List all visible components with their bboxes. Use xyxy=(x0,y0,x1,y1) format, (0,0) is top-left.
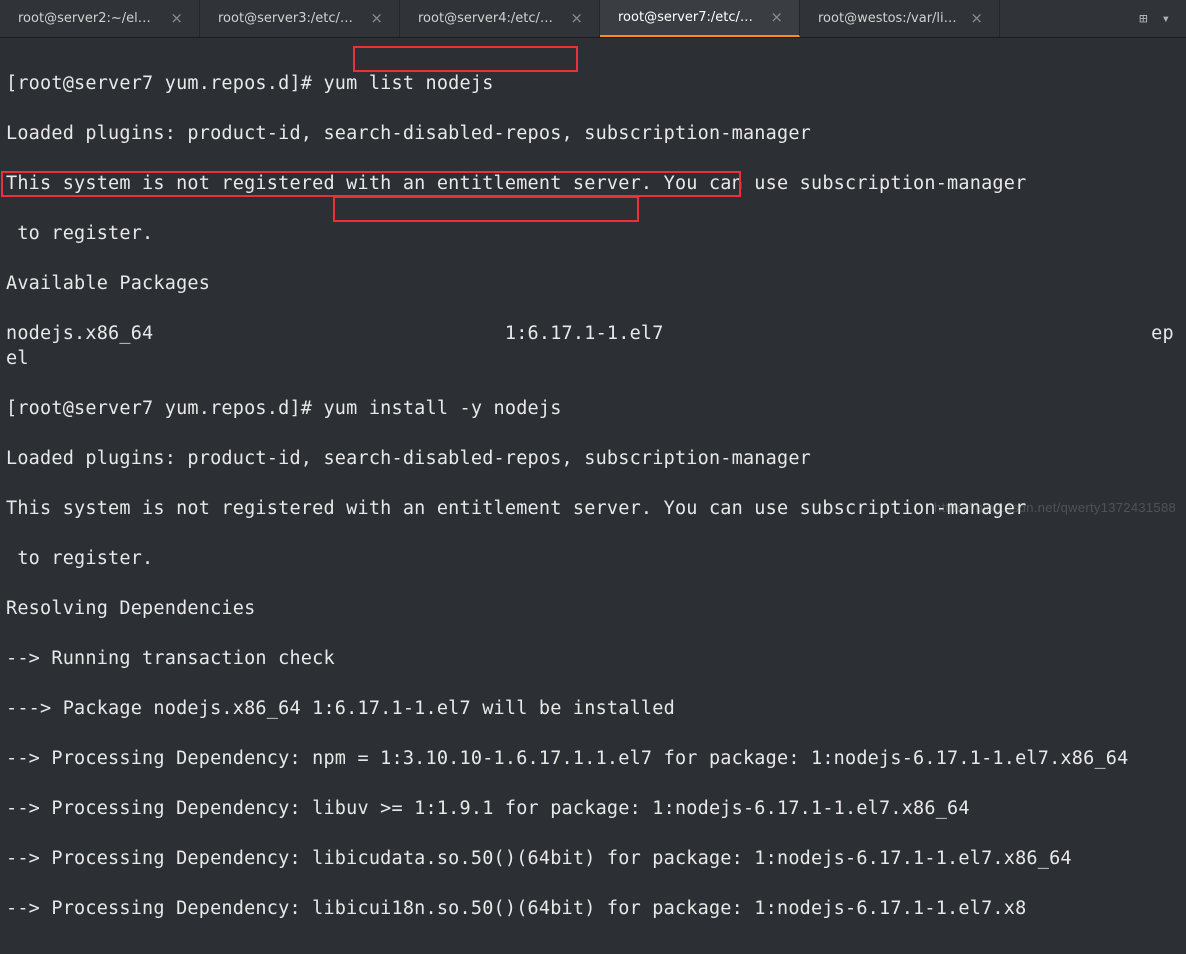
tab-label: root@server3:/etc/ela… xyxy=(218,11,358,26)
output-line: to register. xyxy=(6,546,1180,571)
prompt-line: [root@server7 yum.repos.d]# yum list nod… xyxy=(6,71,1180,96)
command-text: yum list nodejs xyxy=(323,73,493,94)
tab-bar: root@server2:~/elasti… × root@server3:/e… xyxy=(0,0,1186,38)
tab-label: root@westos:/var/lib… xyxy=(818,11,958,26)
output-line: --> Running transaction check xyxy=(6,646,1180,671)
tab-label: root@server4:/etc/ela… xyxy=(418,11,558,26)
tab-server3[interactable]: root@server3:/etc/ela… × xyxy=(200,0,400,37)
close-icon[interactable]: × xyxy=(968,11,985,26)
output-line: to register. xyxy=(6,221,1180,246)
close-icon[interactable]: × xyxy=(568,11,585,26)
tab-server7[interactable]: root@server7:/etc/yu… × xyxy=(600,0,800,37)
prompt: [root@server7 yum.repos.d]# xyxy=(6,73,323,94)
prompt-line: [root@server7 yum.repos.d]# yum install … xyxy=(6,396,1180,421)
new-tab-icon[interactable]: ⊞ xyxy=(1139,11,1147,27)
package-line: nodejs.x86_64 1:6.17.1-1.el7 epel xyxy=(6,321,1180,371)
tab-label: root@server7:/etc/yu… xyxy=(618,10,758,25)
tab-server4[interactable]: root@server4:/etc/ela… × xyxy=(400,0,600,37)
output-line: --> Processing Dependency: libicudata.so… xyxy=(6,846,1180,871)
close-icon[interactable]: × xyxy=(168,11,185,26)
prompt: [root@server7 yum.repos.d]# xyxy=(6,398,323,419)
tab-label: root@server2:~/elasti… xyxy=(18,11,158,26)
dropdown-icon[interactable]: ▾ xyxy=(1162,11,1170,27)
output-line: Loaded plugins: product-id, search-disab… xyxy=(6,446,1180,471)
output-line: Loaded plugins: product-id, search-disab… xyxy=(6,121,1180,146)
close-icon[interactable]: × xyxy=(768,10,785,25)
watermark: https://blog.csdn.net/qwerty1372431588 xyxy=(934,500,1176,515)
output-line: --> Processing Dependency: libicui18n.so… xyxy=(6,896,1180,921)
output-line: ---> Package nodejs.x86_64 1:6.17.1-1.el… xyxy=(6,696,1180,721)
close-icon[interactable]: × xyxy=(368,11,385,26)
tab-tools: ⊞ ▾ xyxy=(1139,0,1186,37)
output-line: Resolving Dependencies xyxy=(6,596,1180,621)
command-text: yum install -y nodejs xyxy=(323,398,561,419)
output-line: --> Processing Dependency: libuv >= 1:1.… xyxy=(6,796,1180,821)
output-line: Available Packages xyxy=(6,271,1180,296)
output-line: --> Processing Dependency: npm = 1:3.10.… xyxy=(6,746,1180,771)
output-line: This system is not registered with an en… xyxy=(6,171,1180,196)
tab-westos[interactable]: root@westos:/var/lib… × xyxy=(800,0,1000,37)
tab-server2[interactable]: root@server2:~/elasti… × xyxy=(0,0,200,37)
terminal-output[interactable]: [root@server7 yum.repos.d]# yum list nod… xyxy=(0,38,1186,954)
